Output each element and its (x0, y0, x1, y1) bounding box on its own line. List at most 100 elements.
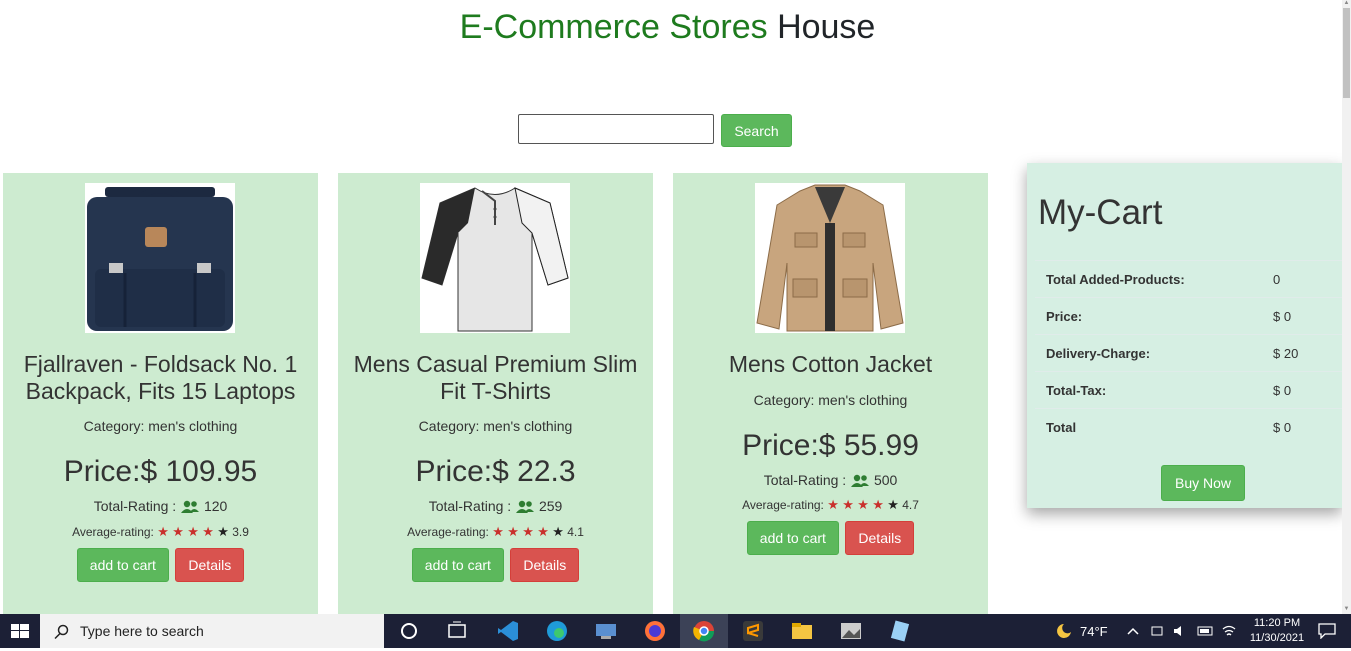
product-category: Category: men's clothing (83, 418, 238, 434)
details-button[interactable]: Details (510, 548, 580, 582)
product-category: Category: men's clothing (753, 392, 908, 408)
product-card: Fjallraven - Foldsack No. 1 Backpack, Fi… (3, 173, 318, 614)
cart-panel: My-Cart Total Added-Products: 0 Price: $… (1027, 163, 1342, 508)
network-app-icon[interactable] (593, 618, 619, 644)
star-icon: ★ (842, 497, 854, 512)
total-rating-value: 259 (538, 498, 563, 514)
product-price: Price:$ 109.95 (63, 455, 258, 488)
taskbar-search-placeholder: Type here to search (80, 623, 204, 639)
cart-row-label: Total-Tax: (1035, 371, 1262, 409)
search-icon (54, 624, 69, 640)
cortana-icon[interactable] (396, 618, 422, 644)
star-icon: ★ (507, 524, 519, 539)
cart-row-value: $ 0 (1262, 297, 1342, 335)
total-rating: Total-Rating : 259 (338, 498, 653, 514)
product-name: Fjallraven - Foldsack No. 1 Backpack, Fi… (23, 351, 298, 404)
product-card: Mens Cotton Jacket Category: men's cloth… (673, 173, 988, 614)
task-view-icon[interactable] (444, 618, 470, 644)
star-icon: ★ (827, 497, 839, 512)
average-rating: Average-rating: ★ ★ ★ ★ ★ 4.1 (338, 524, 653, 540)
avg-rating-value: 3.9 (232, 525, 249, 539)
chrome-icon (693, 621, 715, 642)
avg-rating-value: 4.1 (567, 525, 584, 539)
product-image-jacket (755, 183, 905, 333)
title-plain: House (777, 8, 876, 46)
sublime-text-icon[interactable] (740, 618, 766, 644)
battery-icon[interactable] (1197, 624, 1215, 638)
firefox-icon[interactable] (642, 618, 668, 644)
cart-row-label: Price: (1035, 297, 1262, 335)
cart-row-value: $ 0 (1262, 408, 1342, 445)
add-to-cart-button[interactable]: add to cart (746, 521, 839, 555)
avg-rating-label: Average-rating: (742, 498, 824, 512)
page-scrollbar[interactable]: ▲ ▼ (1342, 0, 1351, 614)
star-icon: ★ (522, 524, 534, 539)
avg-rating-value: 4.7 (902, 498, 919, 512)
total-rating: Total-Rating : 120 (3, 498, 318, 514)
wifi-icon[interactable] (1221, 624, 1237, 638)
star-icon: ★ (187, 524, 199, 539)
total-rating: Total-Rating : 500 (673, 472, 988, 488)
weather-temperature[interactable]: 74°F (1080, 624, 1108, 639)
total-rating-label: Total-Rating : (763, 472, 847, 488)
average-rating: Average-rating: ★ ★ ★ ★ ★ 4.7 (673, 497, 988, 513)
add-to-cart-button[interactable]: add to cart (411, 548, 504, 582)
taskbar-search-box[interactable]: Type here to search (40, 614, 384, 648)
file-explorer-icon[interactable] (789, 618, 815, 644)
search-input[interactable] (518, 114, 714, 144)
star-icon: ★ (217, 524, 229, 539)
cart-row-price: Price: $ 0 (1035, 297, 1342, 335)
notification-icon[interactable] (1318, 623, 1336, 639)
taskbar-clock[interactable]: 11:20 PM 11/30/2021 (1240, 616, 1314, 646)
meet-now-icon[interactable] (1150, 624, 1164, 638)
cart-row-tax: Total-Tax: $ 0 (1035, 371, 1342, 409)
cart-row-delivery: Delivery-Charge: $ 20 (1035, 334, 1342, 372)
cart-row-total: Total $ 0 (1035, 408, 1342, 445)
scrollbar-thumb[interactable] (1343, 8, 1350, 98)
product-category: Category: men's clothing (418, 418, 573, 434)
start-button[interactable] (0, 614, 40, 648)
star-icon: ★ (157, 524, 169, 539)
details-button[interactable]: Details (845, 521, 915, 555)
vscode-icon[interactable] (495, 618, 521, 644)
users-icon (516, 500, 535, 513)
cart-row-label: Total (1035, 408, 1262, 445)
cart-row-value: $ 0 (1262, 371, 1342, 409)
avg-rating-label: Average-rating: (72, 525, 154, 539)
windows-logo-icon (11, 624, 29, 638)
details-button[interactable]: Details (175, 548, 245, 582)
clock-time: 11:20 PM (1253, 617, 1301, 629)
card-actions: add to cart Details (3, 548, 318, 582)
cart-title: My-Cart (1038, 193, 1163, 232)
weather-moon-icon[interactable] (1052, 622, 1074, 640)
buy-now-button[interactable]: Buy Now (1161, 465, 1245, 501)
users-icon (851, 474, 870, 487)
product-price: Price:$ 22.3 (415, 455, 576, 488)
average-rating: Average-rating: ★ ★ ★ ★ ★ 3.9 (3, 524, 318, 540)
star-icon: ★ (492, 524, 504, 539)
product-image-tshirt (420, 183, 570, 333)
total-rating-label: Total-Rating : (428, 498, 512, 514)
scroll-down-icon[interactable]: ▼ (1342, 606, 1351, 614)
product-name: Mens Casual Premium Slim Fit T-Shirts (353, 351, 638, 404)
total-rating-label: Total-Rating : (93, 498, 177, 514)
star-icon: ★ (857, 497, 869, 512)
volume-icon[interactable] (1172, 624, 1188, 638)
total-rating-value: 120 (203, 498, 228, 514)
star-icon: ★ (872, 497, 884, 512)
windows-taskbar: Type here to search 74°F 11:20 PM 11/30/… (0, 614, 1351, 648)
cart-row-label: Delivery-Charge: (1035, 334, 1262, 372)
edge-icon[interactable] (544, 618, 570, 644)
cart-row-value: 0 (1262, 260, 1342, 298)
product-card: Mens Casual Premium Slim Fit T-Shirts Ca… (338, 173, 653, 614)
photos-icon[interactable] (838, 618, 864, 644)
avg-rating-label: Average-rating: (407, 525, 489, 539)
notepad-icon[interactable] (887, 618, 913, 644)
chevron-up-icon[interactable] (1126, 625, 1140, 637)
scroll-up-icon[interactable]: ▲ (1342, 0, 1351, 8)
add-to-cart-button[interactable]: add to cart (76, 548, 169, 582)
search-button[interactable]: Search (721, 114, 792, 147)
star-icon: ★ (202, 524, 214, 539)
chrome-active-tab[interactable] (680, 614, 728, 648)
clock-date: 11/30/2021 (1249, 632, 1305, 644)
